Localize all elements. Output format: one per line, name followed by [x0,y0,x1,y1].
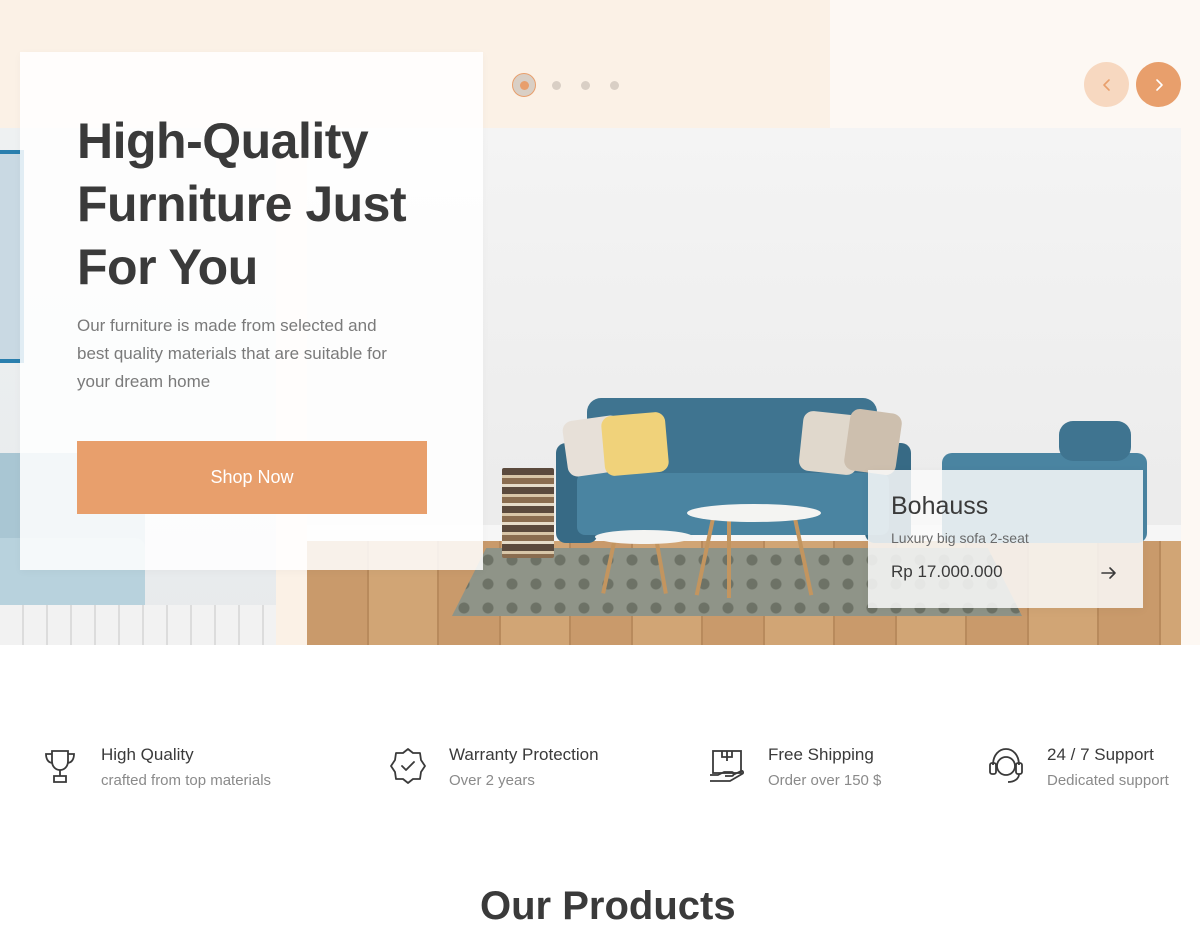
feature-title: High Quality [101,745,194,764]
feature-subtitle: Dedicated support [1047,772,1169,789]
features-row: High Quality crafted from top materials … [0,740,1200,800]
hero-card: High-Quality Furniture Just For You Our … [20,52,483,570]
carousel-prev-button[interactable] [1084,62,1129,107]
coffee-table-small [595,530,693,544]
carousel-dot[interactable] [610,80,619,90]
feature-subtitle: Over 2 years [449,772,535,789]
feature-title: 24 / 7 Support [1047,745,1154,764]
carousel-next-button[interactable] [1136,62,1181,107]
pillow [842,407,904,477]
coffee-table-large [687,504,821,522]
carousel-dot-active[interactable] [512,73,536,97]
shop-now-button[interactable]: Shop Now [77,441,427,514]
chevron-left-icon [1102,78,1110,91]
headset-support-icon [989,748,1023,783]
feature-title: Warranty Protection [449,745,599,764]
badge-check-icon [390,748,426,784]
arrow-right-icon [1101,567,1116,579]
product-subtitle: Luxury big sofa 2-seat [891,530,1029,546]
product-price: Rp 17.000.000 [891,562,1003,581]
product-link-button[interactable] [1096,562,1122,584]
feature-title: Free Shipping [768,745,874,764]
carousel-indicators [512,72,639,98]
trophy-icon [45,750,75,783]
shipping-box-icon [710,750,744,782]
hero-title: High-Quality Furniture Just For You [77,113,407,295]
floor [0,605,276,645]
feature-subtitle: Order over 150 $ [768,772,882,789]
products-section-title: Our Products [480,884,736,928]
product-name: Bohauss [891,492,989,520]
carousel-dot[interactable] [552,80,561,90]
pillow [600,411,670,477]
chevron-right-icon [1155,78,1163,91]
carousel-dot[interactable] [581,80,590,90]
feature-subtitle: crafted from top materials [101,772,272,789]
product-card[interactable]: Bohauss Luxury big sofa 2-seat Rp 17.000… [868,470,1143,608]
hero-description: Our furniture is made from selected and … [77,316,387,391]
book-stack [502,468,554,558]
